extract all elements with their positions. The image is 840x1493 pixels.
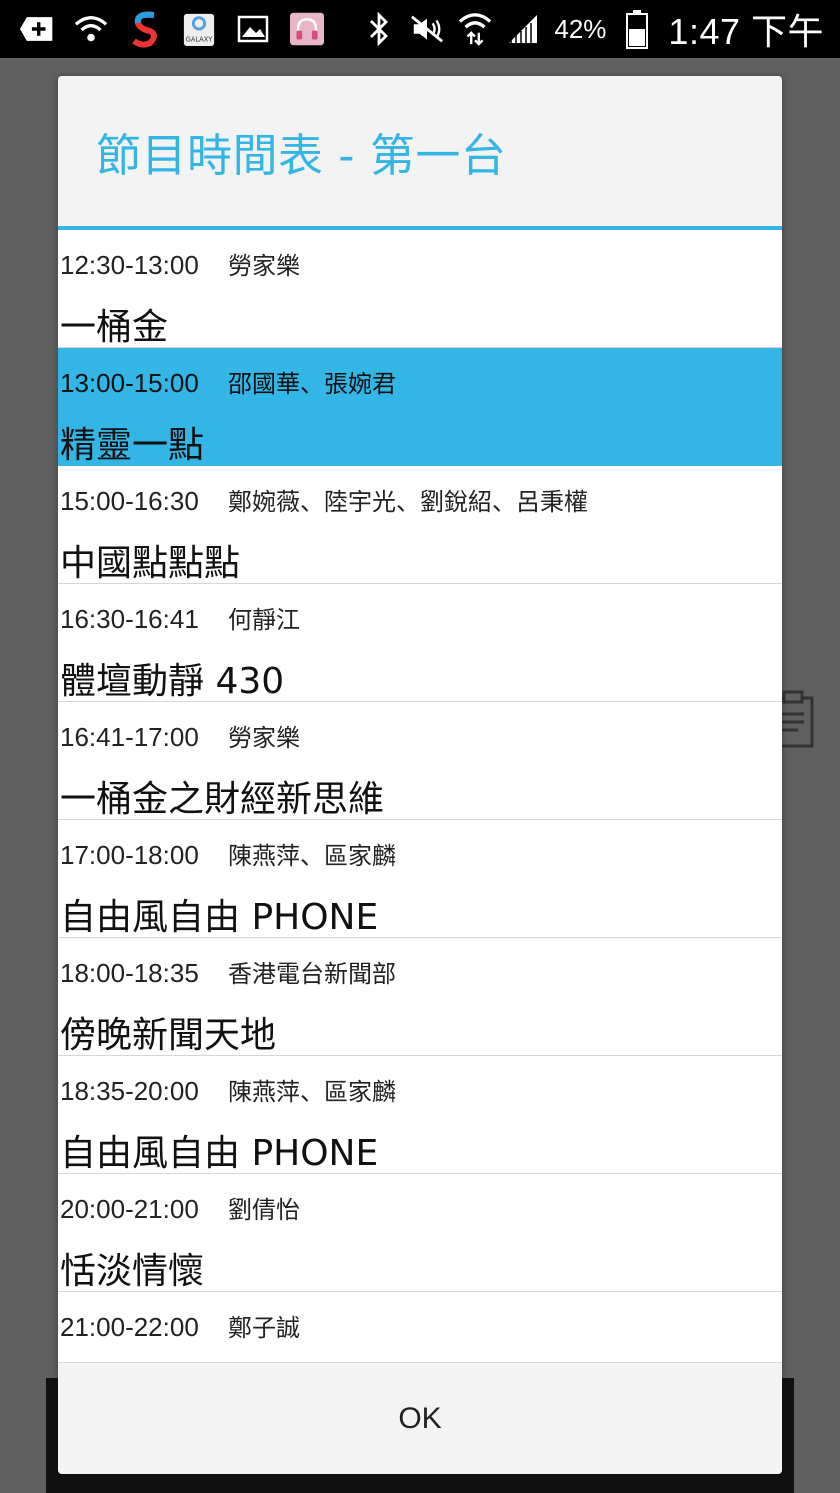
- program-list[interactable]: 12:30-13:00 勞家樂 一桶金 13:00-15:00 邵國華、張婉君 精靈一點 1…: [58, 230, 782, 1360]
- program-row[interactable]: 17:00-18:00 陳燕萍、區家麟自由風自由 PHONE: [58, 820, 782, 938]
- bluetooth-icon: [362, 12, 396, 46]
- program-meta: 12:30-13:00 勞家樂: [60, 246, 300, 281]
- status-bar: GALAXY 42% 1:47 下午: [0, 0, 840, 58]
- system-icons: 42% 1:47 下午: [362, 3, 840, 55]
- program-row[interactable]: 18:00-18:35 香港電台新聞部傍晚新聞天地: [58, 938, 782, 1056]
- headphones-icon: [290, 12, 324, 46]
- program-row[interactable]: 15:00-16:30 鄭婉薇、陸宇光、劉銳紹、呂秉權中國點點點: [58, 466, 782, 584]
- program-hosts: 劉倩怡: [228, 1196, 300, 1224]
- program-hosts: 陳燕萍、區家麟: [228, 842, 396, 870]
- add-icon: [20, 12, 54, 46]
- program-time: 16:41-17:00: [60, 722, 199, 752]
- schedule-dialog: 節目時間表 - 第一台 12:30-13:00 勞家樂 一桶金 13:00-15:00…: [58, 76, 782, 1474]
- program-row[interactable]: 16:41-17:00 勞家樂一桶金之財經新思維: [58, 702, 782, 820]
- battery-percent: 42%: [554, 13, 607, 44]
- program-title: 恬淡情懷: [60, 1251, 205, 1292]
- signal-icon: [506, 12, 540, 46]
- program-hosts: 香港電台新聞部: [228, 960, 396, 988]
- svg-text:GALAXY: GALAXY: [186, 35, 214, 43]
- program-time: 12:30-13:00: [60, 250, 199, 280]
- program-time: 20:00-21:00: [60, 1194, 199, 1224]
- program-meta: 15:00-16:30 鄭婉薇、陸宇光、劉銳紹、呂秉權: [60, 482, 588, 517]
- program-hosts: 邵國華、張婉君: [228, 370, 396, 398]
- program-row[interactable]: 13:00-15:00 邵國華、張婉君 精靈一點: [58, 348, 782, 466]
- program-row[interactable]: 12:30-13:00 勞家樂一桶金: [58, 230, 782, 348]
- program-meta: 18:00-18:35 香港電台新聞部: [60, 954, 396, 989]
- program-meta: 16:41-17:00 勞家樂: [60, 718, 300, 753]
- program-meta: 17:00-18:00 陳燕萍、區家麟: [60, 836, 396, 871]
- program-title: 自由風自由 PHONE: [60, 897, 379, 938]
- program-title: 體壇動靜 430: [60, 661, 285, 702]
- program-title: 精靈一點: [60, 425, 205, 466]
- s-app-icon: [128, 11, 162, 48]
- ok-button[interactable]: OK: [58, 1363, 782, 1474]
- program-meta: 18:35-20:00 陳燕萍、區家麟: [60, 1072, 396, 1107]
- mute-icon: [410, 12, 444, 46]
- dialog-title: 節目時間表 - 第一台: [96, 128, 507, 182]
- program-time: 18:35-20:00: [60, 1076, 199, 1106]
- program-hosts: 勞家樂: [228, 724, 300, 752]
- clock: 1:47 下午: [668, 11, 824, 52]
- program-title: 傍晚新聞天地: [60, 1015, 277, 1056]
- battery-icon: [620, 10, 654, 49]
- galaxy-apps-icon: GALAXY: [182, 12, 216, 46]
- dialog-footer: OK: [58, 1362, 782, 1474]
- program-meta: 16:30-16:41 何靜江: [60, 600, 300, 635]
- program-title: 中國點點點: [60, 543, 241, 584]
- program-hosts: 鄭子誠: [228, 1314, 300, 1342]
- program-time: 17:00-18:00: [60, 840, 199, 870]
- program-time: 16:30-16:41: [60, 604, 199, 634]
- program-hosts: 勞家樂: [228, 252, 300, 280]
- notification-icons: GALAXY: [0, 11, 324, 48]
- program-row[interactable]: 16:30-16:41 何靜江體壇動靜 430: [58, 584, 782, 702]
- program-time: 15:00-16:30: [60, 486, 199, 516]
- program-meta: 13:00-15:00 邵國華、張婉君: [60, 364, 396, 399]
- program-row[interactable]: 20:00-21:00 劉倩怡 恬淡情懷: [58, 1174, 782, 1292]
- program-meta: 20:00-21:00 劉倩怡: [60, 1190, 300, 1225]
- program-hosts: 鄭婉薇、陸宇光、劉銳紹、呂秉權: [228, 488, 588, 516]
- program-hosts: 何靜江: [228, 606, 300, 634]
- program-time: 13:00-15:00: [60, 368, 199, 398]
- wifi-data-icon: [458, 12, 492, 46]
- program-hosts: 陳燕萍、區家麟: [228, 1078, 396, 1106]
- program-row[interactable]: 21:00-22:00 鄭子誠: [58, 1292, 782, 1360]
- program-title: 一桶金之財經新思維: [60, 779, 385, 820]
- dialog-header: 節目時間表 - 第一台: [58, 76, 782, 230]
- program-row[interactable]: 18:35-20:00 陳燕萍、區家麟自由風自由 PHONE: [58, 1056, 782, 1174]
- program-time: 21:00-22:00: [60, 1312, 199, 1342]
- program-title: 一桶金: [60, 307, 169, 348]
- wifi-icon: [74, 12, 108, 46]
- program-title: 自由風自由 PHONE: [60, 1133, 379, 1174]
- program-meta: 21:00-22:00 鄭子誠: [60, 1308, 300, 1343]
- image-icon: [236, 12, 270, 46]
- program-time: 18:00-18:35: [60, 958, 199, 988]
